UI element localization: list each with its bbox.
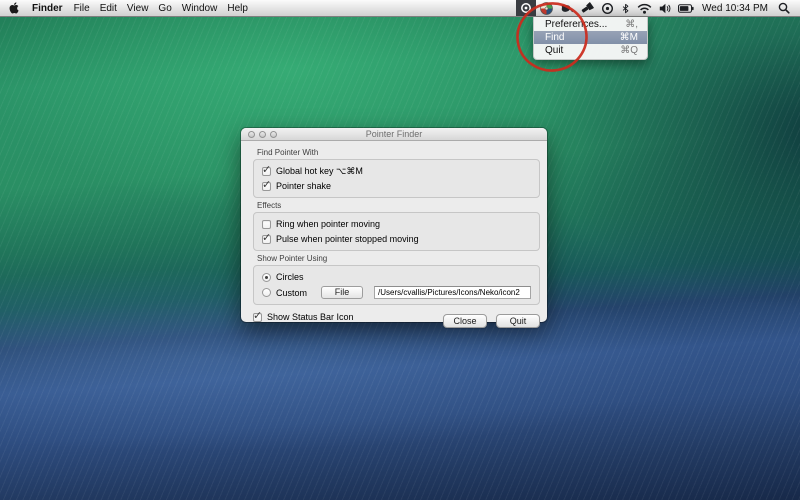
menu-item-shortcut: ⌘M [620,32,638,43]
menu-item-shortcut: ⌘Q [620,45,638,56]
radio-custom[interactable]: Custom [262,288,316,298]
pointer-finder-window: Pointer Finder Find Pointer With Global … [241,128,547,322]
menu-item-preferences[interactable]: Preferences... ⌘, [534,18,647,31]
menu-bar-status-area: Wed 10:34 PM [516,0,800,16]
bluetooth-icon [621,2,630,15]
menu-item-quit[interactable]: Quit ⌘Q [534,44,647,57]
checkbox-icon[interactable] [262,182,271,191]
action-buttons: Close Quit [443,314,540,328]
menu-item-label: Preferences... [545,19,607,30]
group-find-pointer-with: Global hot key ⌥⌘M Pointer shake [253,159,540,198]
quit-button[interactable]: Quit [496,314,540,328]
menu-item-label: Quit [545,45,563,56]
battery-icon [678,4,694,13]
traffic-lights [248,131,277,138]
desktop: Finder File Edit View Go Window Help [0,0,800,500]
flashlight-icon [580,2,594,15]
group-effects: Ring when pointer moving Pulse when poin… [253,212,540,251]
menu-help[interactable]: Help [227,3,248,14]
battery-menu-extra[interactable] [674,0,697,16]
custom-icon-row: Custom File /Users/cvallis/Pictures/Icon… [262,286,531,299]
spotlight-menu-extra[interactable] [774,0,793,16]
checkbox-label: Show Status Bar Icon [267,312,354,322]
minimize-traffic-light[interactable] [259,131,266,138]
menu-window[interactable]: Window [182,3,218,14]
wifi-icon [637,3,652,14]
group-label-find-pointer-with: Find Pointer With [257,148,540,157]
menu-bar-clock[interactable]: Wed 10:34 PM [702,3,768,14]
flashlight-menu-extra[interactable] [576,0,597,16]
menu-view[interactable]: View [127,3,149,14]
radio-circles[interactable]: Circles [262,271,531,283]
bluetooth-menu-extra[interactable] [617,0,633,16]
record-menu-extra[interactable] [597,0,617,16]
checkbox-label: Pulse when pointer stopped moving [276,234,419,244]
mouse-icon [560,2,573,14]
radio-label: Circles [276,272,304,282]
menu-go[interactable]: Go [158,3,171,14]
title-bar[interactable]: Pointer Finder [241,128,547,141]
radio-icon[interactable] [262,273,271,282]
checkbox-pointer-shake[interactable]: Pointer shake [262,180,531,192]
record-icon [601,2,614,15]
spotlight-icon [778,2,790,14]
file-button[interactable]: File [321,286,363,299]
close-traffic-light[interactable] [248,131,255,138]
checkbox-pulse-when-stopped[interactable]: Pulse when pointer stopped moving [262,233,531,245]
mouse-menu-extra[interactable] [556,0,576,16]
checkbox-global-hot-key[interactable]: Global hot key ⌥⌘M [262,165,531,177]
color-wheel-menu-extra[interactable] [536,0,556,16]
menu-bar: Finder File Edit View Go Window Help [0,0,800,17]
radio-icon[interactable] [262,288,271,297]
pointer-finder-menu-extra[interactable] [516,0,536,16]
close-button[interactable]: Close [443,314,487,328]
menu-bar-left: Finder File Edit View Go Window Help [0,2,258,14]
menu-item-label: Find [545,32,564,43]
menu-finder[interactable]: Finder [32,3,63,14]
volume-menu-extra[interactable] [655,0,674,16]
custom-icon-path-field[interactable]: /Users/cvallis/Pictures/Icons/Neko/icon2 [374,286,531,299]
checkbox-label: Global hot key ⌥⌘M [276,166,363,177]
menu-item-shortcut: ⌘, [625,19,638,30]
checkbox-label: Pointer shake [276,181,331,191]
apple-menu[interactable] [9,2,19,14]
checkbox-ring-when-moving[interactable]: Ring when pointer moving [262,218,531,230]
window-title: Pointer Finder [241,128,547,141]
zoom-traffic-light[interactable] [270,131,277,138]
menu-item-find[interactable]: Find ⌘M [534,31,647,44]
menu-edit[interactable]: Edit [100,3,117,14]
group-label-show-pointer-using: Show Pointer Using [257,254,540,263]
apple-icon [9,2,19,14]
group-show-pointer-using: Circles Custom File /Users/cvallis/Pictu… [253,265,540,305]
checkbox-icon[interactable] [262,220,271,229]
pointer-finder-icon [520,2,532,14]
checkbox-icon[interactable] [253,313,262,322]
color-wheel-icon [540,2,553,15]
volume-icon [659,3,671,14]
status-menu: Preferences... ⌘, Find ⌘M Quit ⌘Q [533,17,648,60]
group-label-effects: Effects [257,201,540,210]
window-content: Find Pointer With Global hot key ⌥⌘M Poi… [241,141,547,333]
menu-file[interactable]: File [74,3,90,14]
wifi-menu-extra[interactable] [633,0,655,16]
checkbox-label: Ring when pointer moving [276,219,380,229]
checkbox-icon[interactable] [262,235,271,244]
checkbox-icon[interactable] [262,167,271,176]
checkbox-show-status-bar-icon[interactable]: Show Status Bar Icon [253,311,354,323]
window-bottom-row: Show Status Bar Icon Close Quit [253,311,540,328]
radio-label: Custom [276,288,307,298]
